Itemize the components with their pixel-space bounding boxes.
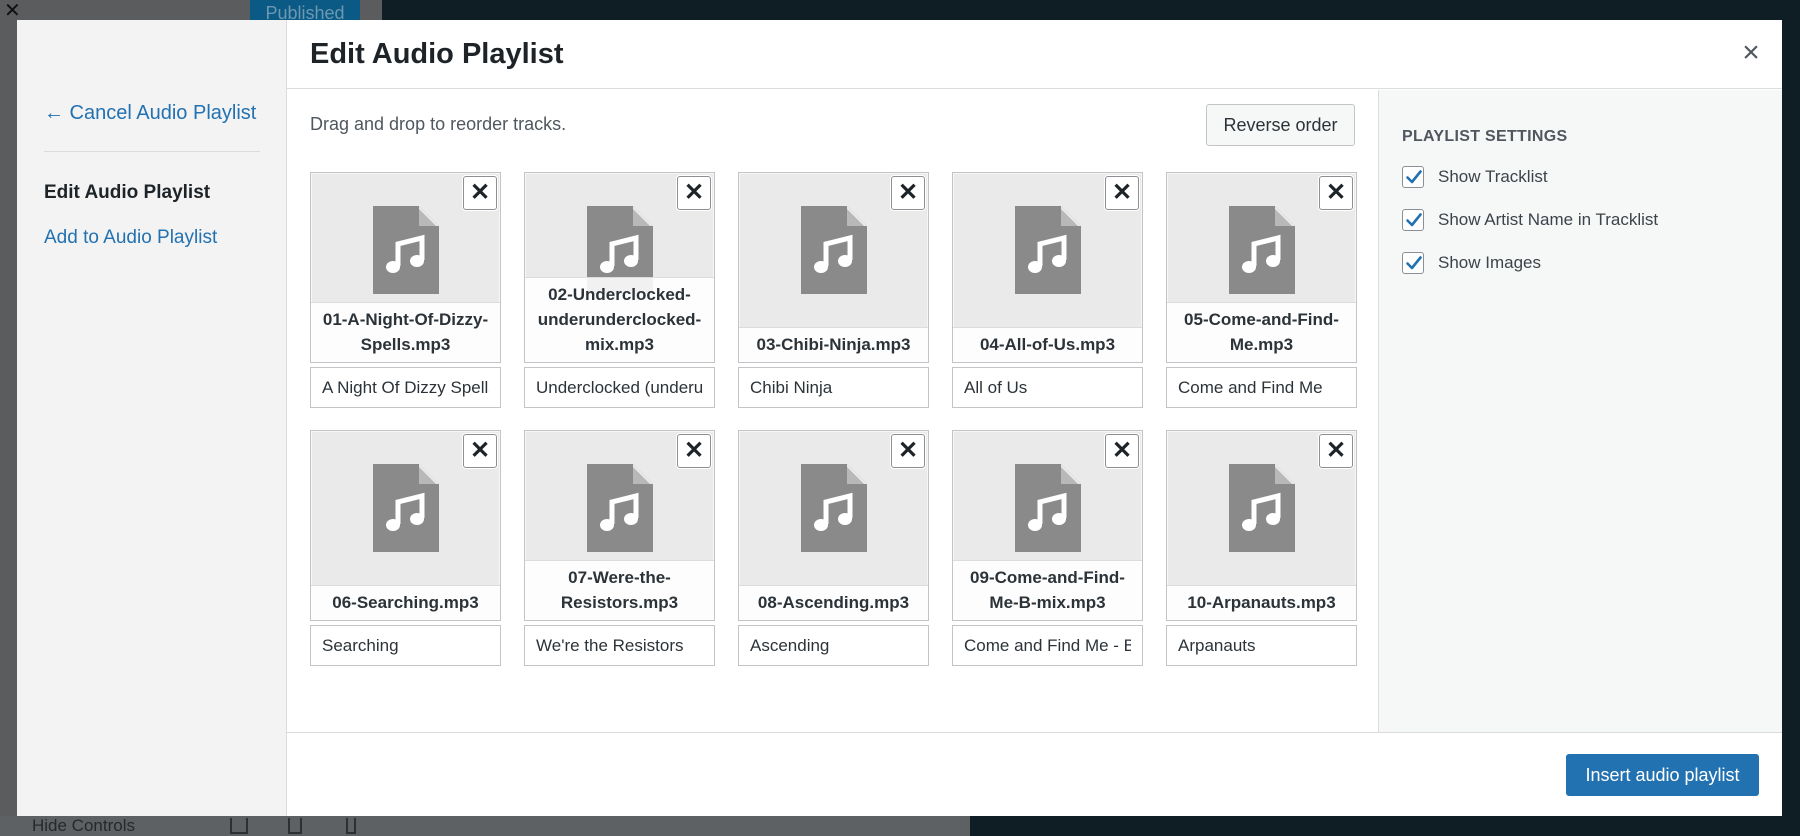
remove-icon[interactable]: ✕ bbox=[463, 434, 497, 468]
background-published-button: Published bbox=[250, 0, 360, 23]
remove-icon[interactable]: ✕ bbox=[1105, 176, 1139, 210]
setting-show-tracklist[interactable]: Show Tracklist bbox=[1402, 166, 1548, 188]
track-filename: 06-Searching.mp3 bbox=[311, 585, 500, 620]
desktop-icon bbox=[230, 818, 248, 834]
audio-file-icon bbox=[587, 464, 653, 552]
playlist-content: Drag and drop to reorder tracks. Reverse… bbox=[287, 90, 1378, 732]
reorder-instructions: Drag and drop to reorder tracks. bbox=[310, 114, 567, 134]
remove-icon[interactable]: ✕ bbox=[463, 176, 497, 210]
audio-file-icon bbox=[373, 206, 439, 294]
track-caption-input[interactable] bbox=[952, 625, 1143, 666]
playlist-track[interactable]: 05-Come-and-Find-Me.mp3 ✕ bbox=[1166, 172, 1357, 408]
playlist-settings-heading: PLAYLIST SETTINGS bbox=[1402, 128, 1568, 145]
audio-file-icon bbox=[1015, 464, 1081, 552]
remove-icon[interactable]: ✕ bbox=[677, 176, 711, 210]
show-artist-name-checkbox[interactable] bbox=[1402, 209, 1424, 231]
checkmark-icon bbox=[1406, 170, 1422, 184]
playlist-track[interactable]: 06-Searching.mp3 ✕ bbox=[310, 430, 501, 666]
modal-title-bar: Edit Audio Playlist × bbox=[287, 20, 1782, 89]
playlist-track[interactable]: 01-A-Night-Of-Dizzy-Spells.mp3 ✕ bbox=[310, 172, 501, 408]
setting-label: Show Tracklist bbox=[1438, 167, 1548, 186]
playlist-track[interactable]: 10-Arpanauts.mp3 ✕ bbox=[1166, 430, 1357, 666]
setting-label: Show Artist Name in Tracklist bbox=[1438, 210, 1659, 229]
track-caption-input[interactable] bbox=[738, 367, 929, 408]
audio-file-icon bbox=[801, 206, 867, 294]
reverse-order-button[interactable]: Reverse order bbox=[1206, 104, 1355, 146]
background-footer bbox=[0, 816, 970, 836]
track-caption-input[interactable] bbox=[738, 625, 929, 666]
audio-file-icon bbox=[1015, 206, 1081, 294]
playlist-track[interactable]: 08-Ascending.mp3 ✕ bbox=[738, 430, 929, 666]
background-close-icon: ✕ bbox=[4, 0, 21, 22]
checkmark-icon bbox=[1406, 213, 1422, 227]
audio-file-icon bbox=[801, 464, 867, 552]
remove-icon[interactable]: ✕ bbox=[891, 434, 925, 468]
track-caption-input[interactable] bbox=[952, 367, 1143, 408]
track-caption-input[interactable] bbox=[1166, 367, 1357, 408]
remove-icon[interactable]: ✕ bbox=[677, 434, 711, 468]
playlist-settings-sidebar: PLAYLIST SETTINGS Show Tracklist Show Ar… bbox=[1378, 90, 1782, 732]
media-modal: ← Cancel Audio Playlist Edit Audio Playl… bbox=[17, 20, 1782, 816]
remove-icon[interactable]: ✕ bbox=[1319, 176, 1353, 210]
modal-toolbar: Insert audio playlist bbox=[287, 732, 1782, 816]
show-tracklist-checkbox[interactable] bbox=[1402, 166, 1424, 188]
audio-file-icon bbox=[1229, 206, 1295, 294]
setting-show-images[interactable]: Show Images bbox=[1402, 252, 1541, 274]
track-filename: 01-A-Night-Of-Dizzy-Spells.mp3 bbox=[311, 302, 500, 362]
track-filename: 07-Were-the-Resistors.mp3 bbox=[525, 560, 714, 620]
playlist-track[interactable]: 03-Chibi-Ninja.mp3 ✕ bbox=[738, 172, 929, 408]
show-images-checkbox[interactable] bbox=[1402, 252, 1424, 274]
cancel-audio-playlist-link[interactable]: ← Cancel Audio Playlist bbox=[44, 100, 256, 126]
track-caption-input[interactable] bbox=[524, 625, 715, 666]
track-filename: 04-All-of-Us.mp3 bbox=[953, 327, 1142, 362]
track-caption-input[interactable] bbox=[1166, 625, 1357, 666]
setting-show-artist-name[interactable]: Show Artist Name in Tracklist bbox=[1402, 209, 1658, 231]
insert-audio-playlist-button[interactable]: Insert audio playlist bbox=[1566, 754, 1759, 796]
track-filename: 02-Underclocked-underunderclocked-mix.mp… bbox=[525, 277, 714, 362]
audio-file-icon bbox=[1229, 464, 1295, 552]
checkmark-icon bbox=[1406, 256, 1422, 270]
menu-separator bbox=[44, 151, 260, 152]
mobile-icon bbox=[346, 818, 356, 834]
track-filename: 05-Come-and-Find-Me.mp3 bbox=[1167, 302, 1356, 362]
background-hide-controls: Hide Controls bbox=[32, 816, 135, 835]
menu-item-add-to-audio-playlist[interactable]: Add to Audio Playlist bbox=[44, 225, 217, 251]
playlist-track[interactable]: 09-Come-and-Find-Me-B-mix.mp3 ✕ bbox=[952, 430, 1143, 666]
track-caption-input[interactable] bbox=[310, 367, 501, 408]
track-filename: 10-Arpanauts.mp3 bbox=[1167, 585, 1356, 620]
tablet-icon bbox=[288, 818, 302, 834]
track-caption-input[interactable] bbox=[310, 625, 501, 666]
remove-icon[interactable]: ✕ bbox=[1105, 434, 1139, 468]
playlist-track[interactable]: 07-Were-the-Resistors.mp3 ✕ bbox=[524, 430, 715, 666]
remove-icon[interactable]: ✕ bbox=[1319, 434, 1353, 468]
playlist-track[interactable]: 02-Underclocked-underunderclocked-mix.mp… bbox=[524, 172, 715, 408]
track-filename: 09-Come-and-Find-Me-B-mix.mp3 bbox=[953, 560, 1142, 620]
audio-file-icon bbox=[373, 464, 439, 552]
track-grid: 01-A-Night-Of-Dizzy-Spells.mp3 ✕ 02-Unde… bbox=[310, 172, 1357, 666]
close-icon[interactable]: × bbox=[1734, 36, 1768, 70]
track-filename: 08-Ascending.mp3 bbox=[739, 585, 928, 620]
media-menu: ← Cancel Audio Playlist Edit Audio Playl… bbox=[17, 20, 287, 816]
menu-item-edit-audio-playlist[interactable]: Edit Audio Playlist bbox=[44, 180, 210, 206]
track-caption-input[interactable] bbox=[524, 367, 715, 408]
modal-title: Edit Audio Playlist bbox=[310, 38, 564, 70]
track-filename: 03-Chibi-Ninja.mp3 bbox=[739, 327, 928, 362]
setting-label: Show Images bbox=[1438, 253, 1541, 272]
playlist-track[interactable]: 04-All-of-Us.mp3 ✕ bbox=[952, 172, 1143, 408]
remove-icon[interactable]: ✕ bbox=[891, 176, 925, 210]
